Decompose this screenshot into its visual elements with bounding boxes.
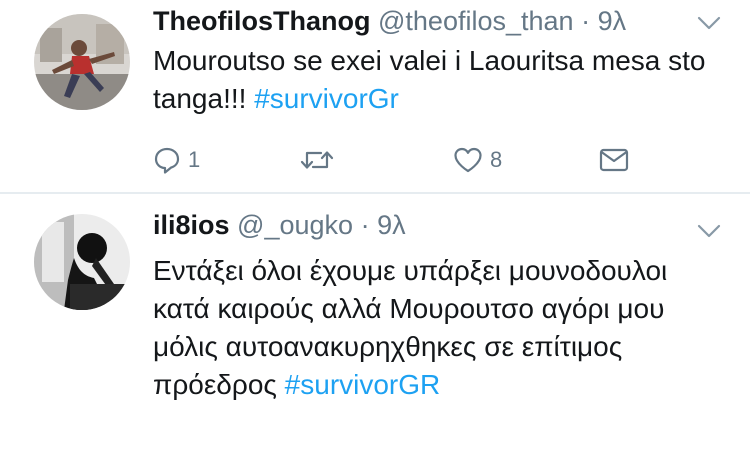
user-handle[interactable]: @_ougko <box>237 210 353 240</box>
like-count: 8 <box>490 147 503 172</box>
avatar-image <box>34 14 130 110</box>
tweet-text: Mouroutso se exei valei i Laouritsa mesa… <box>153 42 713 118</box>
separator-dot: · <box>581 6 591 36</box>
chevron-down-icon[interactable] <box>696 14 722 32</box>
chevron-down-icon[interactable] <box>696 222 722 240</box>
tweet-header: TheofilosThanog @theofilos_than · 9λ <box>153 4 626 38</box>
direct-message-button[interactable] <box>598 140 630 180</box>
display-name[interactable]: TheofilosThanog <box>153 6 370 36</box>
tweet-header: ili8ios @_ougko · 9λ <box>153 208 406 242</box>
heart-icon <box>454 147 482 173</box>
hashtag-link[interactable]: #survivorGr <box>254 83 399 114</box>
avatar[interactable] <box>34 214 130 310</box>
tweet[interactable]: TheofilosThanog @theofilos_than · 9λ Mou… <box>0 0 750 193</box>
reply-icon <box>154 147 180 174</box>
tweet-text: Εντάξει όλοι έχουμε υπάρξει μουνοδουλοι … <box>153 252 713 404</box>
avatar-image <box>34 214 130 310</box>
avatar[interactable] <box>34 14 130 110</box>
hashtag-link[interactable]: #survivorGR <box>285 369 441 400</box>
tweet[interactable]: ili8ios @_ougko · 9λ Εντάξει όλοι έχουμε… <box>0 194 750 465</box>
like-button[interactable]: 8 <box>452 140 502 180</box>
timestamp[interactable]: 9λ <box>377 210 406 240</box>
retweet-button[interactable] <box>299 140 341 180</box>
separator-dot: · <box>360 210 370 240</box>
envelope-icon <box>599 148 629 172</box>
reply-button[interactable]: 1 <box>152 140 200 180</box>
tweet-text-body: Mouroutso se exei valei i Laouritsa mesa… <box>153 45 706 114</box>
user-handle[interactable]: @theofilos_than <box>378 6 574 36</box>
tweet-actions: 1 8 <box>0 140 750 180</box>
timestamp[interactable]: 9λ <box>598 6 627 36</box>
retweet-icon <box>300 151 334 169</box>
reply-count: 1 <box>188 147 201 172</box>
display-name[interactable]: ili8ios <box>153 210 230 240</box>
